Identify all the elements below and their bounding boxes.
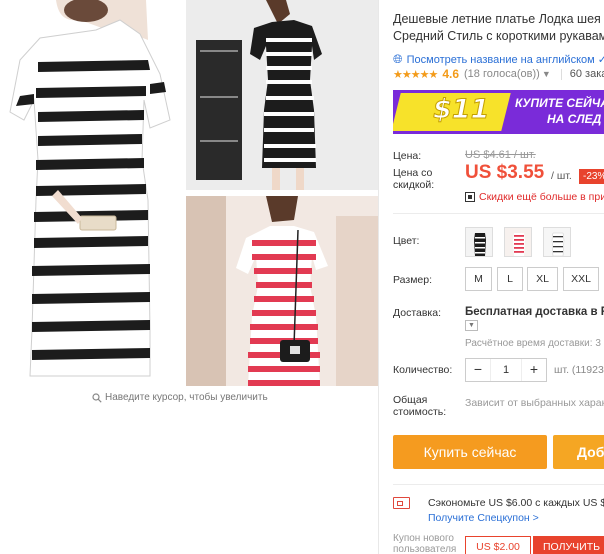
- quantity-minus-button[interactable]: −: [466, 359, 490, 381]
- globe-icon: 🌐︎: [393, 52, 403, 66]
- orders-count: 60 заказ: [569, 68, 604, 80]
- shipping-label: Доставка:: [393, 307, 442, 319]
- rating-stars-icon: ★★★★★: [393, 68, 438, 81]
- product-title-line-2: Средний Стиль с короткими рукавами: [393, 29, 604, 43]
- price-label: Цена:: [393, 150, 422, 162]
- zoom-hint: Наведите курсор, чтобы увеличить: [92, 392, 268, 403]
- promo-price: $11: [432, 94, 490, 126]
- qr-code-icon: [465, 192, 475, 202]
- get-coupon-button[interactable]: ПОЛУЧИТЬ: [533, 536, 604, 554]
- color-swatch-white[interactable]: [543, 227, 571, 257]
- new-user-coupon-label: Купон нового пользователя: [393, 533, 456, 554]
- coupon-icon: [393, 497, 410, 509]
- quantity-plus-button[interactable]: +: [522, 359, 546, 381]
- total-label: Общая стоимость:: [393, 394, 446, 418]
- promo-text-line-2: НА СЛЕД: [547, 112, 602, 126]
- product-thumbnail-red[interactable]: [186, 196, 378, 386]
- discount-price-label: Цена со скидкой:: [393, 167, 434, 191]
- size-option-l[interactable]: L: [497, 267, 523, 291]
- quantity-available: шт. (11923: [554, 364, 604, 376]
- shipping-dropdown-chevron-icon[interactable]: ▼: [465, 320, 478, 331]
- total-label-2: стоимость:: [393, 406, 447, 418]
- size-option-m[interactable]: M: [465, 267, 492, 291]
- product-title-line-1: Дешевые летние платье Лодка шея: [393, 12, 601, 26]
- buy-now-button[interactable]: Купить сейчас: [393, 435, 547, 469]
- promo-banner[interactable]: $11 КУПИТЕ СЕЙЧАС НА СЛЕД: [393, 90, 604, 134]
- new-user-coupon-value: US $2.00: [465, 536, 531, 554]
- old-price: US $4.61 / шт.: [465, 149, 536, 161]
- actions-divider: [393, 484, 604, 485]
- product-title: Дешевые летние платье Лодка шея Средний …: [393, 11, 604, 45]
- discount-badge: -23%: [579, 169, 604, 184]
- chevron-down-icon[interactable]: ▼: [542, 69, 551, 79]
- add-to-cart-button[interactable]: Доба: [553, 435, 604, 469]
- zoom-hint-text: Наведите курсор, чтобы увеличить: [105, 392, 268, 403]
- rating-row[interactable]: ★★★★★ 4.6 (18 голоса(ов)) ▼ 60 заказ: [393, 67, 604, 81]
- rating-votes[interactable]: (18 голоса(ов)): [464, 68, 540, 80]
- total-value: Зависит от выбранных характ: [465, 397, 604, 409]
- discount-price-label-2: скидкой:: [393, 179, 435, 191]
- product-main-image[interactable]: [0, 0, 181, 386]
- translate-title-link[interactable]: 🌐︎ Посмотреть название на английском ✓: [393, 52, 604, 67]
- rating-score: 4.6: [442, 67, 459, 81]
- quantity-stepper[interactable]: − 1 +: [465, 358, 547, 382]
- price-divider: [393, 213, 604, 214]
- size-option-xxl[interactable]: XXL: [563, 267, 599, 291]
- product-thumbnail-black[interactable]: [186, 0, 378, 190]
- size-label: Размер:: [393, 274, 433, 286]
- app-price-text[interactable]: Скидки ещё больше в при: [479, 191, 604, 203]
- current-price: US $3.55: [465, 162, 545, 183]
- coupon-save-text: Сэкономьте US $6.00 с каждых US $77: [428, 497, 604, 509]
- translate-title-text[interactable]: Посмотреть название на английском ✓: [407, 53, 604, 66]
- column-divider: [378, 0, 379, 554]
- shipping-estimate: Расчётное время доставки: 3: [465, 338, 601, 349]
- shipping-method[interactable]: Бесплатная доставка в Russ: [465, 306, 604, 318]
- total-label-1: Общая: [393, 394, 428, 406]
- size-option-xl[interactable]: XL: [527, 267, 558, 291]
- rating-separator: [560, 68, 562, 80]
- discount-price-label-1: Цена со: [393, 167, 433, 179]
- new-user-coupon-label-2: пользователя: [393, 544, 457, 554]
- color-swatch-black[interactable]: [465, 227, 493, 257]
- coupon-link[interactable]: Получите Спецкупон >: [428, 512, 539, 524]
- color-label: Цвет:: [393, 235, 420, 247]
- quantity-label: Количество:: [393, 364, 453, 376]
- price-unit: / шт.: [551, 170, 572, 182]
- new-user-coupon-label-1: Купон нового: [393, 533, 454, 544]
- magnifier-icon: [92, 392, 102, 403]
- promo-text-line-1: КУПИТЕ СЕЙЧАС: [515, 96, 604, 110]
- color-swatch-red[interactable]: [504, 227, 532, 257]
- quantity-input[interactable]: 1: [490, 359, 522, 381]
- app-price-link[interactable]: Скидки ещё больше в при: [465, 191, 604, 203]
- product-info-panel: Дешевые летние платье Лодка шея Средний …: [393, 0, 604, 554]
